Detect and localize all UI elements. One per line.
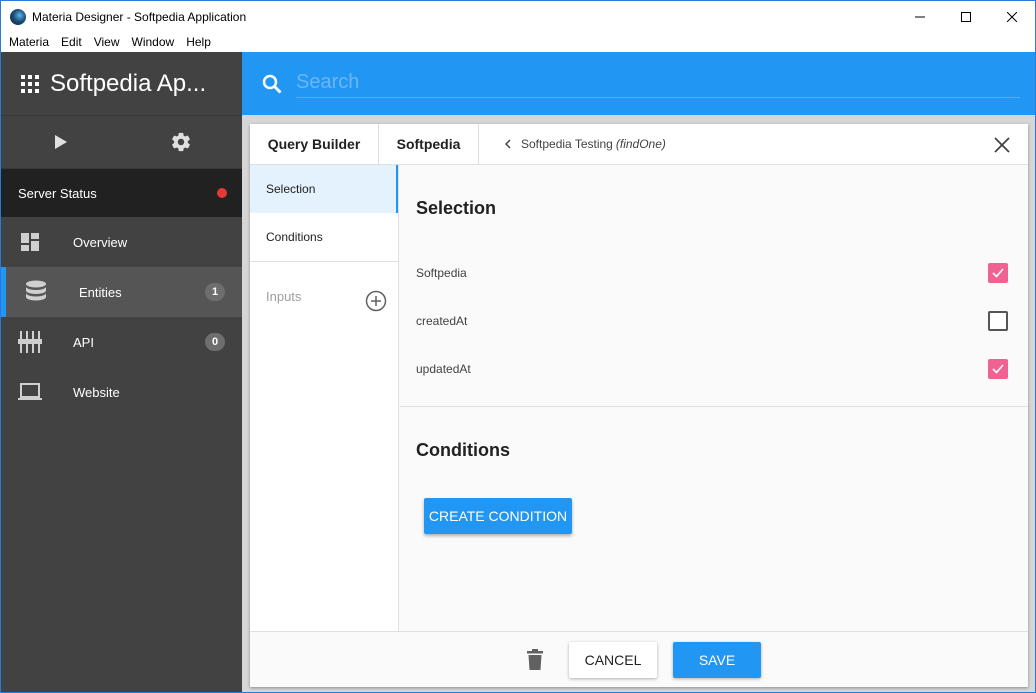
section-divider <box>400 406 1028 407</box>
gear-icon <box>172 132 190 152</box>
sidebar-item-label: Overview <box>73 234 128 250</box>
trash-icon[interactable] <box>526 649 544 671</box>
window-title: Materia Designer - Softpedia Application <box>32 9 247 24</box>
dashboard-icon <box>18 230 42 254</box>
inputs-section: Inputs <box>250 262 398 342</box>
field-row-updatedat: updatedAt <box>416 345 1008 393</box>
conditions-title: Conditions <box>416 440 510 460</box>
app-logo-icon <box>10 8 26 25</box>
menu-view[interactable]: View <box>88 32 126 52</box>
api-icon <box>18 330 42 354</box>
menu-bar: Materia Edit View Window Help <box>1 32 1035 52</box>
cancel-button[interactable]: CANCEL <box>569 642 657 678</box>
database-icon <box>24 280 48 304</box>
create-condition-button[interactable]: CREATE CONDITION <box>424 498 572 534</box>
tab-selection[interactable]: Selection <box>250 165 398 213</box>
check-icon <box>992 268 1004 278</box>
settings-button[interactable] <box>121 116 241 169</box>
selection-title: Selection <box>416 198 497 218</box>
field-row-createdat: createdAt <box>416 297 1008 345</box>
menu-edit[interactable]: Edit <box>55 32 88 52</box>
field-row-softpedia: Softpedia <box>416 249 1008 297</box>
maximize-icon <box>961 11 971 22</box>
query-side-tabs: Selection Conditions Inputs <box>250 165 399 631</box>
sidebar-item-label: Entities <box>79 284 122 300</box>
close-icon <box>1007 11 1017 22</box>
field-checkbox[interactable] <box>988 311 1008 331</box>
maximize-button[interactable] <box>943 1 989 32</box>
title-bar: Materia Designer - Softpedia Application <box>1 1 1035 32</box>
save-button[interactable]: SAVE <box>673 642 761 678</box>
run-button[interactable] <box>1 116 121 169</box>
query-builder-panel: Query Builder Softpedia Softpedia Testin… <box>250 123 1028 687</box>
menu-help[interactable]: Help <box>180 32 217 52</box>
sidebar-tools <box>1 116 242 169</box>
breadcrumb-query-name: Softpedia Testing <box>521 137 613 151</box>
add-circle-icon[interactable] <box>365 290 387 312</box>
status-indicator <box>217 188 227 198</box>
server-status-label: Server Status <box>18 185 97 201</box>
minimize-icon <box>915 16 925 17</box>
api-count-badge: 0 <box>205 333 225 351</box>
check-icon <box>992 364 1004 374</box>
breadcrumb[interactable]: Softpedia Testing (findOne) <box>503 137 666 151</box>
play-icon <box>55 135 67 149</box>
tab-query-builder[interactable]: Query Builder <box>250 123 379 165</box>
field-checkbox[interactable] <box>988 359 1008 379</box>
apps-grid-icon[interactable] <box>21 74 39 93</box>
app-title: Softpedia Ap... <box>50 69 207 97</box>
server-status[interactable]: Server Status <box>1 169 242 217</box>
sidebar-header: Softpedia Ap... <box>1 52 242 116</box>
close-window-button[interactable] <box>989 1 1035 32</box>
minimize-button[interactable] <box>897 1 943 32</box>
field-checkbox[interactable] <box>988 263 1008 283</box>
entities-count-badge: 1 <box>205 283 225 301</box>
field-label: createdAt <box>416 314 468 328</box>
sidebar-item-website[interactable]: Website <box>1 367 242 417</box>
panel-footer: CANCEL SAVE <box>250 631 1028 687</box>
panel-header: Query Builder Softpedia Softpedia Testin… <box>250 123 1028 165</box>
breadcrumb-query-method: (findOne) <box>615 137 666 151</box>
close-icon[interactable] <box>992 135 1012 155</box>
sidebar: Softpedia Ap... Server Status Overview E… <box>1 52 242 692</box>
sidebar-item-api[interactable]: API 0 <box>1 317 242 367</box>
sidebar-item-entities[interactable]: Entities 1 <box>1 267 242 317</box>
laptop-icon <box>18 380 42 404</box>
search-input[interactable] <box>296 68 1020 98</box>
query-main-content: Selection Softpedia createdAt updatedAt … <box>400 165 1028 631</box>
window-controls <box>897 1 1035 32</box>
field-label: updatedAt <box>416 362 471 376</box>
field-label: Softpedia <box>416 266 467 280</box>
search-bar <box>242 52 1035 115</box>
search-icon <box>262 74 282 94</box>
menu-materia[interactable]: Materia <box>3 32 55 52</box>
tab-entity[interactable]: Softpedia <box>379 123 479 165</box>
sidebar-item-label: Website <box>73 384 120 400</box>
sidebar-item-label: API <box>73 334 94 350</box>
chevron-left-icon <box>504 139 511 149</box>
app-window: Materia Designer - Softpedia Application… <box>0 0 1036 693</box>
tab-conditions[interactable]: Conditions <box>250 213 398 261</box>
menu-window[interactable]: Window <box>126 32 181 52</box>
inputs-label: Inputs <box>266 289 302 304</box>
sidebar-item-overview[interactable]: Overview <box>1 217 242 267</box>
